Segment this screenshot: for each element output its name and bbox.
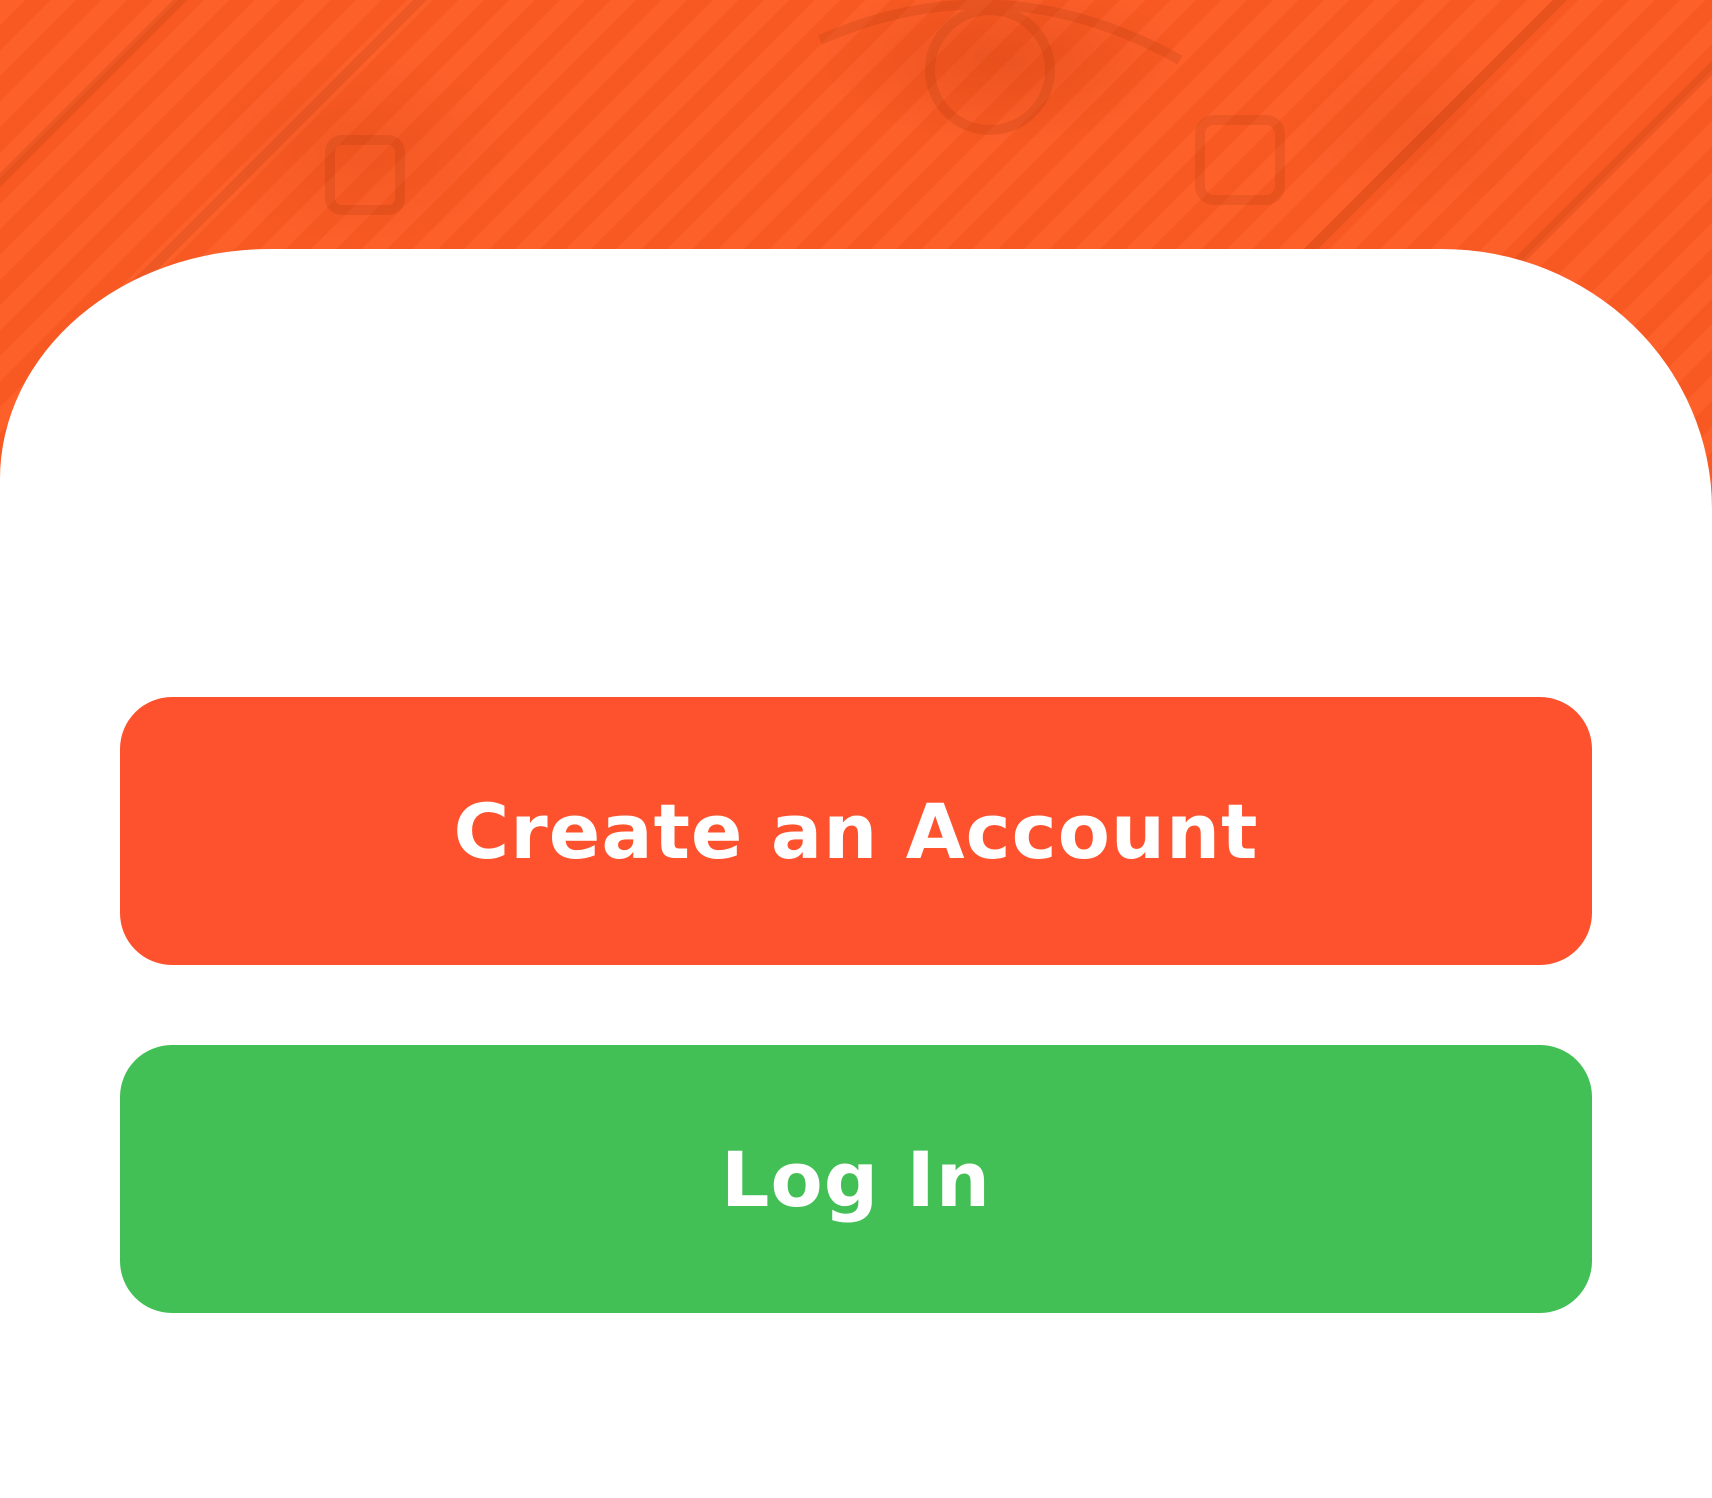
login-button[interactable]: Log In bbox=[120, 1045, 1592, 1313]
welcome-screen: Create an Account Log In bbox=[0, 0, 1712, 1498]
create-account-button[interactable]: Create an Account bbox=[120, 697, 1592, 965]
